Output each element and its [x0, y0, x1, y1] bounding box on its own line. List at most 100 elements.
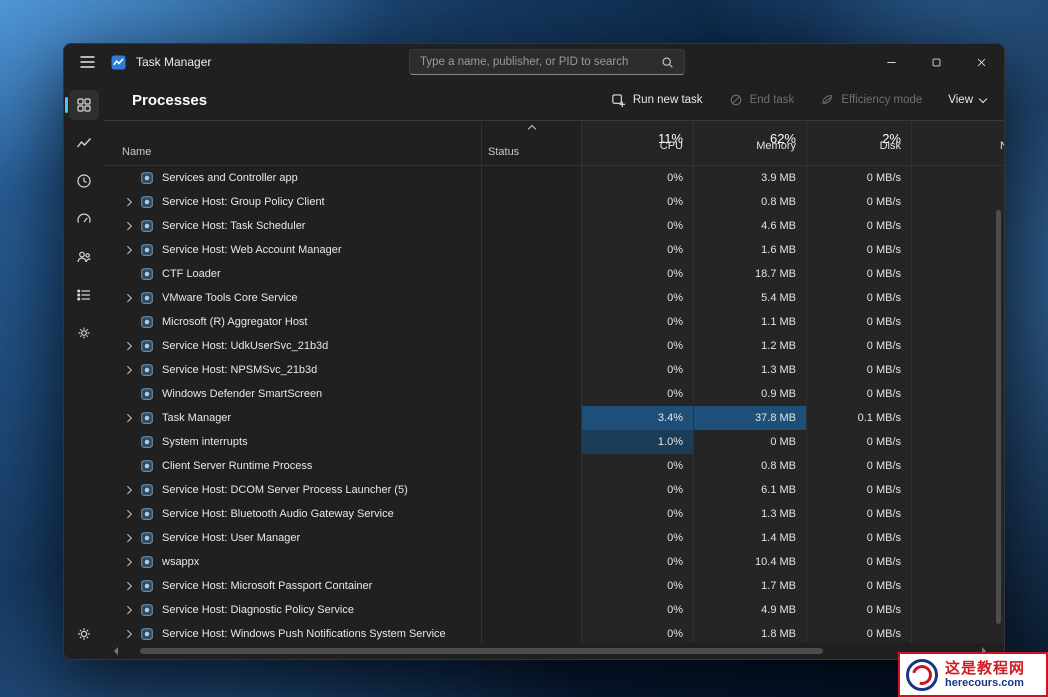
- cell-network: [912, 262, 1004, 286]
- table-row[interactable]: Services and Controller app 0% 3.9 MB 0 …: [104, 166, 1004, 190]
- table-row[interactable]: Service Host: Windows Push Notifications…: [104, 622, 1004, 643]
- horizontal-scrollbar-track[interactable]: [123, 648, 977, 654]
- expand-chevron-icon[interactable]: [120, 367, 136, 373]
- sidebar-item-startup-apps[interactable]: [69, 204, 99, 234]
- cell-cpu: 0%: [582, 382, 694, 406]
- cell-name: System interrupts: [104, 430, 482, 454]
- column-header-cpu[interactable]: 11% CPU: [582, 121, 694, 165]
- table-row[interactable]: Microsoft (R) Aggregator Host 0% 1.1 MB …: [104, 310, 1004, 334]
- expand-chevron-icon[interactable]: [120, 199, 136, 205]
- process-icon: [140, 627, 154, 641]
- expand-chevron-icon[interactable]: [120, 559, 136, 565]
- column-header-disk[interactable]: 2% Disk: [807, 121, 912, 165]
- column-header-status[interactable]: Status: [482, 121, 582, 165]
- cell-network: [912, 238, 1004, 262]
- table-row[interactable]: Task Manager 3.4% 37.8 MB 0.1 MB/s: [104, 406, 1004, 430]
- vertical-scrollbar[interactable]: [996, 208, 1001, 639]
- expand-chevron-icon[interactable]: [120, 631, 136, 637]
- scroll-left-arrow-icon[interactable]: [110, 647, 118, 655]
- table-row[interactable]: Service Host: Bluetooth Audio Gateway Se…: [104, 502, 1004, 526]
- expand-chevron-icon[interactable]: [120, 247, 136, 253]
- table-row[interactable]: wsappx 0% 10.4 MB 0 MB/s: [104, 550, 1004, 574]
- table-row[interactable]: Service Host: NPSMSvc_21b3d 0% 1.3 MB 0 …: [104, 358, 1004, 382]
- column-header-memory[interactable]: 62% Memory: [694, 121, 807, 165]
- services-gear-icon: [76, 325, 92, 341]
- cell-cpu: 0%: [582, 214, 694, 238]
- process-icon: [140, 339, 154, 353]
- process-name: Windows Defender SmartScreen: [162, 388, 322, 400]
- column-label-status: Status: [488, 146, 519, 158]
- sidebar-item-users[interactable]: [69, 242, 99, 272]
- search-box[interactable]: [409, 49, 685, 75]
- vertical-scrollbar-thumb[interactable]: [996, 210, 1001, 624]
- cell-memory: 6.1 MB: [694, 478, 807, 502]
- expand-chevron-icon[interactable]: [120, 487, 136, 493]
- table-row[interactable]: CTF Loader 0% 18.7 MB 0 MB/s: [104, 262, 1004, 286]
- expand-chevron-icon[interactable]: [120, 535, 136, 541]
- table-row[interactable]: System interrupts 1.0% 0 MB 0 MB/s: [104, 430, 1004, 454]
- expand-chevron-icon[interactable]: [120, 583, 136, 589]
- cell-memory: 37.8 MB: [694, 406, 807, 430]
- cell-cpu: 0%: [582, 526, 694, 550]
- cell-memory: 10.4 MB: [694, 550, 807, 574]
- sidebar-item-performance[interactable]: [69, 128, 99, 158]
- expand-chevron-icon[interactable]: [120, 295, 136, 301]
- cell-network: [912, 574, 1004, 598]
- process-name: Service Host: Windows Push Notifications…: [162, 628, 446, 640]
- minimize-button[interactable]: [869, 44, 914, 80]
- cell-network: [912, 190, 1004, 214]
- expand-chevron-icon[interactable]: [120, 511, 136, 517]
- run-new-task-button[interactable]: Run new task: [611, 93, 703, 108]
- table-row[interactable]: Service Host: User Manager 0% 1.4 MB 0 M…: [104, 526, 1004, 550]
- cell-name: Task Manager: [104, 406, 482, 430]
- table-row[interactable]: Service Host: Diagnostic Policy Service …: [104, 598, 1004, 622]
- expand-chevron-icon[interactable]: [120, 607, 136, 613]
- table-row[interactable]: Service Host: UdkUserSvc_21b3d 0% 1.2 MB…: [104, 334, 1004, 358]
- hamburger-icon: [80, 56, 95, 68]
- efficiency-mode-button[interactable]: Efficiency mode: [820, 93, 922, 107]
- expand-chevron-icon[interactable]: [120, 415, 136, 421]
- startup-gauge-icon: [76, 211, 92, 227]
- cell-status: [482, 478, 582, 502]
- expand-chevron-icon[interactable]: [120, 343, 136, 349]
- process-name: Services and Controller app: [162, 172, 298, 184]
- close-button[interactable]: [959, 44, 1004, 80]
- maximize-button[interactable]: [914, 44, 959, 80]
- process-name: wsappx: [162, 556, 199, 568]
- cell-network: [912, 502, 1004, 526]
- sidebar-item-details[interactable]: [69, 280, 99, 310]
- sidebar-item-processes[interactable]: [69, 90, 99, 120]
- menu-button[interactable]: [70, 47, 104, 77]
- column-label-network: Network: [1000, 134, 1004, 158]
- table-row[interactable]: Windows Defender SmartScreen 0% 0.9 MB 0…: [104, 382, 1004, 406]
- cell-network: [912, 406, 1004, 430]
- column-header-name[interactable]: Name: [104, 121, 482, 165]
- cell-network: [912, 358, 1004, 382]
- cell-name: Services and Controller app: [104, 166, 482, 190]
- table-row[interactable]: Client Server Runtime Process 0% 0.8 MB …: [104, 454, 1004, 478]
- cell-cpu: 0%: [582, 454, 694, 478]
- table-row[interactable]: Service Host: Microsoft Passport Contain…: [104, 574, 1004, 598]
- sidebar-item-settings[interactable]: [69, 619, 99, 649]
- column-header-network[interactable]: Network: [912, 121, 1004, 165]
- cell-memory: 5.4 MB: [694, 286, 807, 310]
- cell-name: Service Host: DCOM Server Process Launch…: [104, 478, 482, 502]
- view-dropdown-button[interactable]: View: [948, 94, 986, 106]
- search-input[interactable]: [410, 56, 661, 68]
- process-icon: [140, 387, 154, 401]
- horizontal-scrollbar[interactable]: [110, 647, 990, 655]
- table-row[interactable]: Service Host: Group Policy Client 0% 0.8…: [104, 190, 1004, 214]
- users-icon: [76, 249, 92, 265]
- table-row[interactable]: Service Host: Task Scheduler 0% 4.6 MB 0…: [104, 214, 1004, 238]
- table-row[interactable]: Service Host: DCOM Server Process Launch…: [104, 478, 1004, 502]
- sidebar-item-app-history[interactable]: [69, 166, 99, 196]
- cell-disk: 0 MB/s: [807, 262, 912, 286]
- cell-disk: 0 MB/s: [807, 574, 912, 598]
- table-row[interactable]: Service Host: Web Account Manager 0% 1.6…: [104, 238, 1004, 262]
- cell-memory: 4.6 MB: [694, 214, 807, 238]
- expand-chevron-icon[interactable]: [120, 223, 136, 229]
- end-task-button[interactable]: End task: [729, 93, 795, 107]
- sidebar-item-services[interactable]: [69, 318, 99, 348]
- table-row[interactable]: VMware Tools Core Service 0% 5.4 MB 0 MB…: [104, 286, 1004, 310]
- horizontal-scrollbar-thumb[interactable]: [140, 648, 823, 654]
